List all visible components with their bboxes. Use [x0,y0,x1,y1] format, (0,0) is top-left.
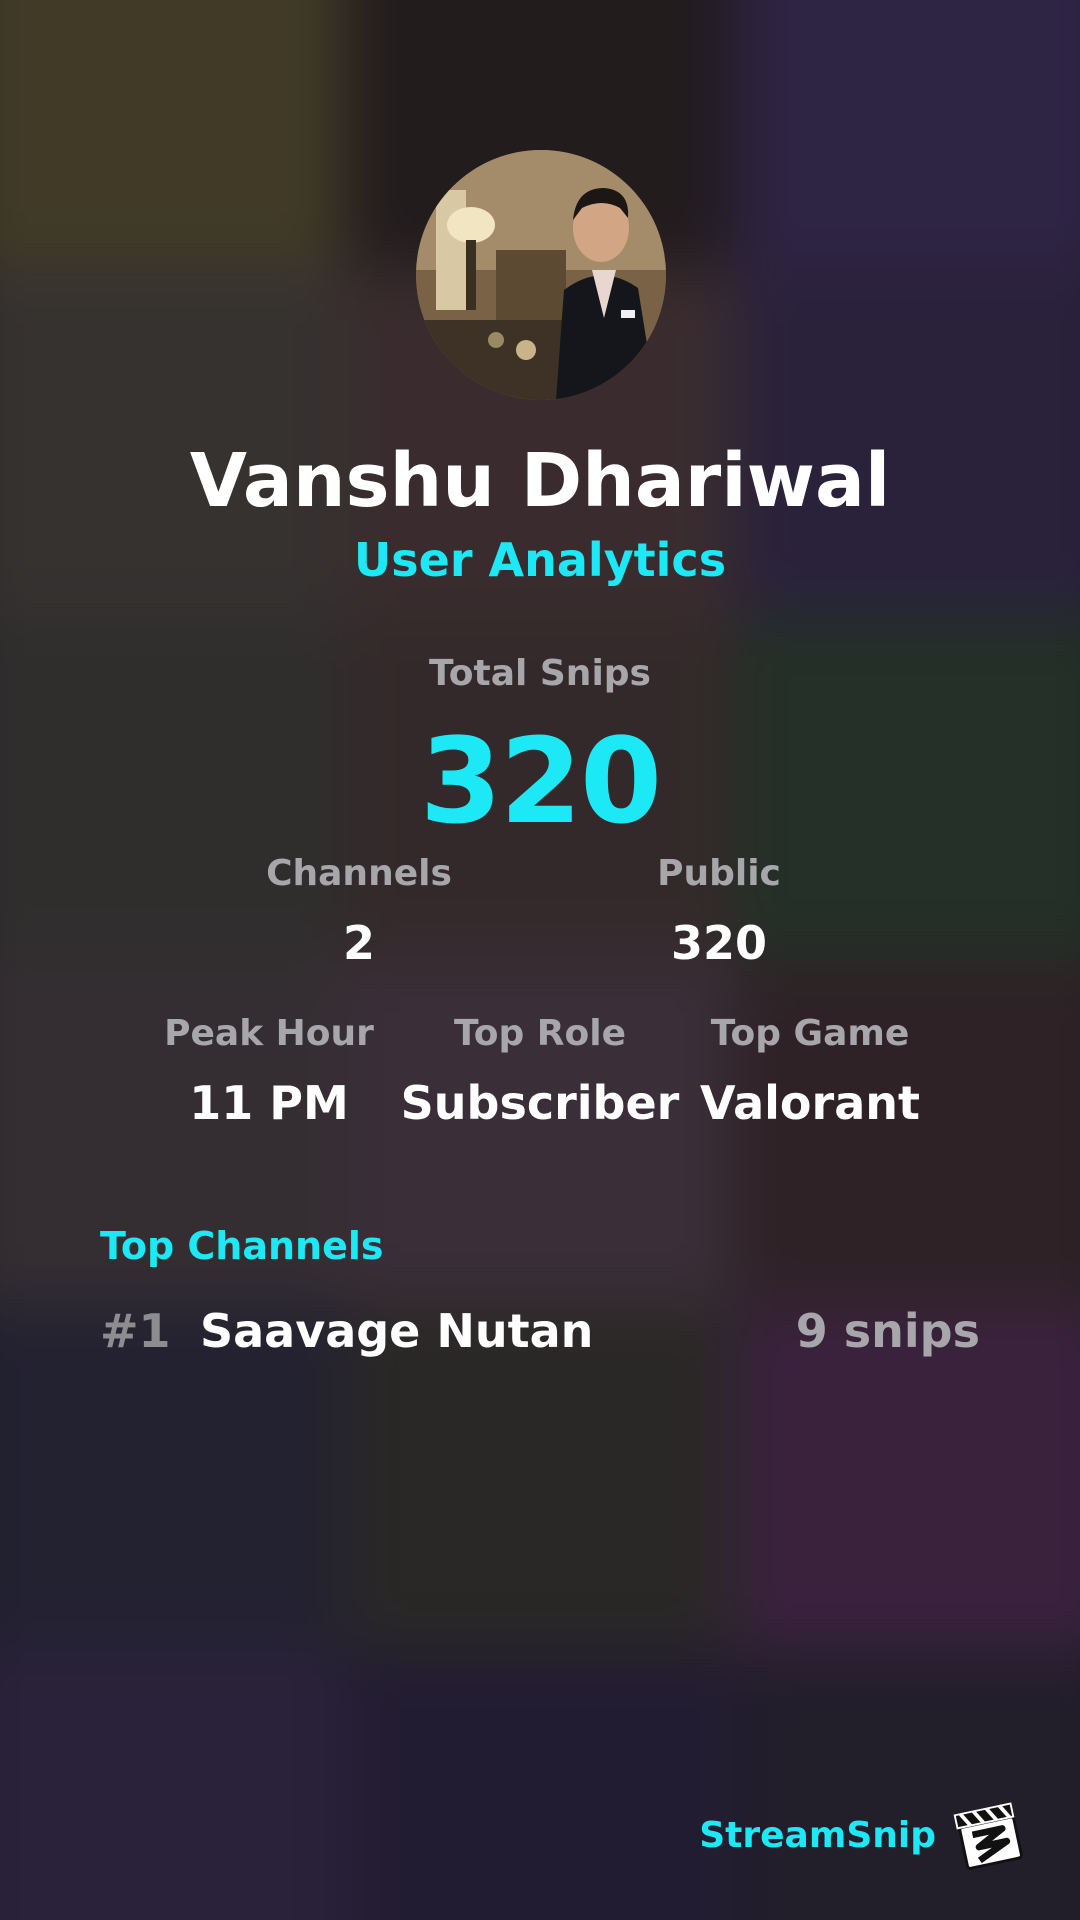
total-snips-label: Total Snips [429,653,651,694]
stat-peak-hour: Peak Hour 11 PM [119,1013,419,1130]
stat-value: 11 PM [189,1076,349,1130]
stat-label: Peak Hour [164,1013,374,1054]
stat-value: Subscriber [400,1076,680,1130]
page-subtitle: User Analytics [353,533,727,587]
stat-label: Top Role [453,1013,627,1054]
user-name: Vanshu Dhariwal [189,438,891,524]
stat-channels: Channels 2 [209,853,509,970]
clapperboard-icon [952,1797,1028,1873]
channel-rank: #1 [100,1304,171,1358]
stat-public: Public 320 [569,853,869,970]
brand: StreamSnip [699,1790,1028,1880]
stat-value: 320 [670,916,768,970]
channel-row[interactable]: #1 Saavage Nutan 9 snips [100,1300,980,1364]
top-channels-heading: Top Channels [100,1224,384,1268]
avatar [416,150,666,400]
channel-snip-count: 9 snips [795,1304,980,1358]
stat-value: Valorant [700,1076,920,1130]
stat-top-game: Top Game Valorant [660,1013,960,1130]
stat-top-role: Top Role Subscriber [390,1013,690,1130]
total-snips-value: 320 [419,712,662,850]
avatar-photo [416,150,666,400]
brand-name: StreamSnip [699,1814,936,1856]
stat-label: Channels [266,853,452,894]
stat-value: 2 [342,916,375,970]
stat-label: Public [657,853,781,894]
stat-label: Top Game [710,1013,910,1054]
analytics-card: Vanshu Dhariwal User Analytics Total Sni… [0,0,1080,1920]
channel-name: Saavage Nutan [200,1304,594,1358]
